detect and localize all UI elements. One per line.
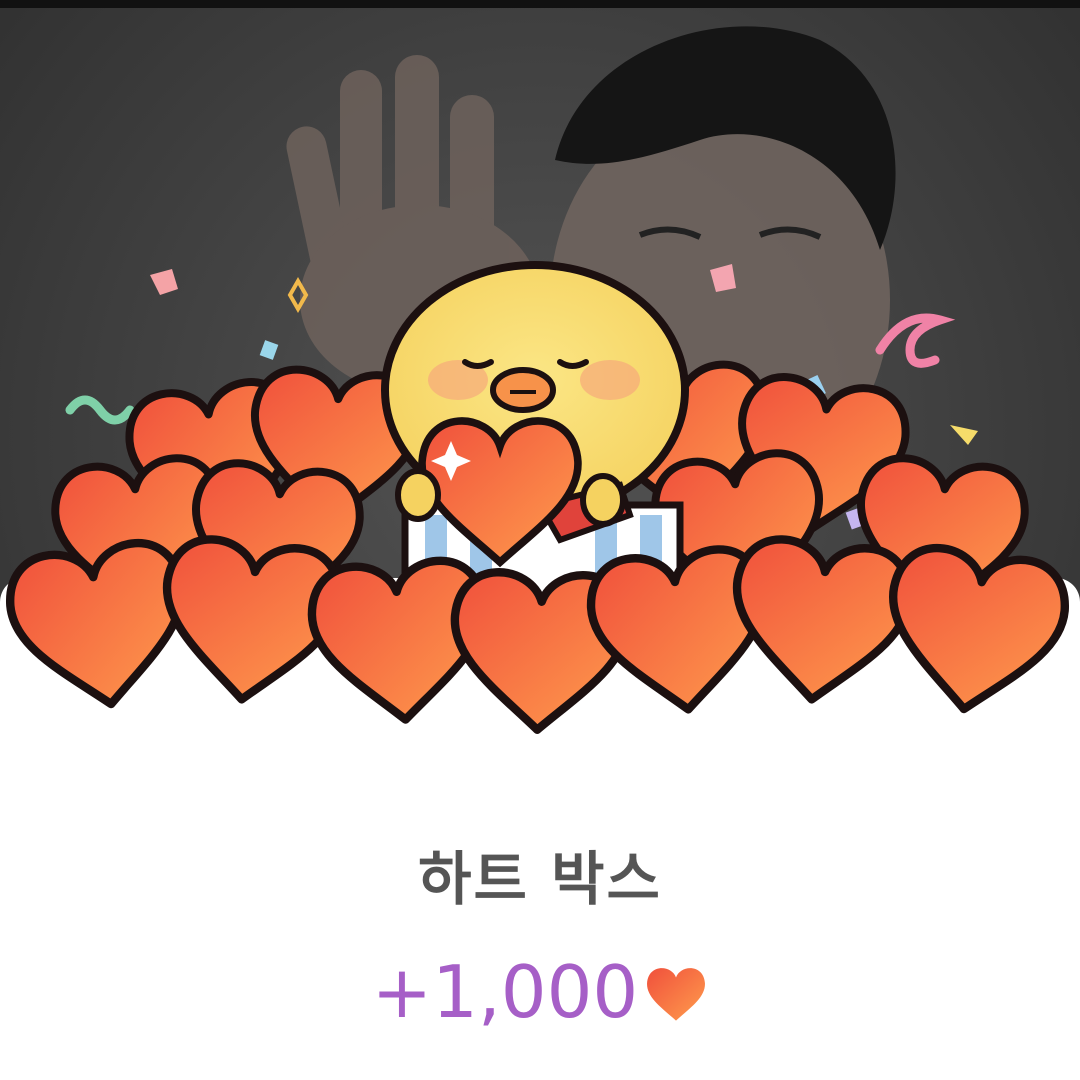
heart-icon [644, 955, 708, 1039]
reward-amount-row: +1,000 [0, 950, 1080, 1039]
heart-box-illustration [0, 261, 1080, 760]
chick-character [381, 261, 689, 604]
reward-title: 하트 박스 [418, 845, 662, 913]
reward-amount: +1,000 [371, 950, 639, 1034]
